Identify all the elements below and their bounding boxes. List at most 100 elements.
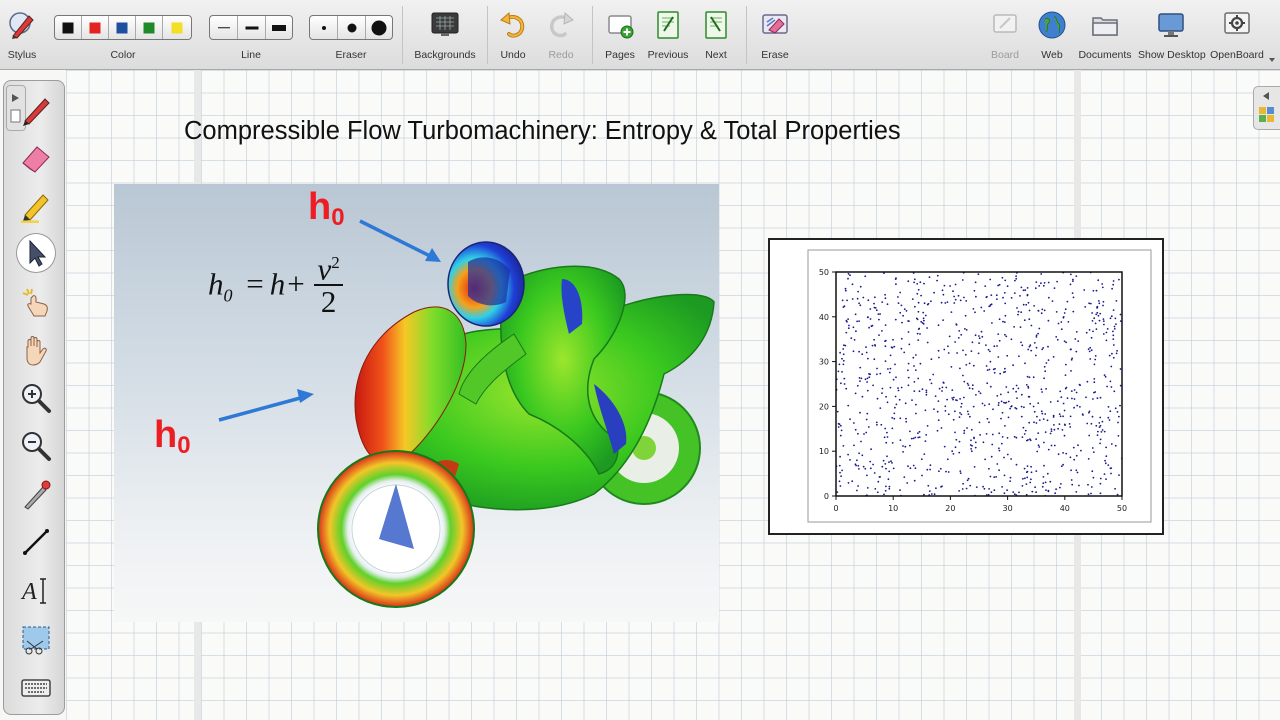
- scatter-point: [885, 467, 887, 470]
- redo-label: Redo: [548, 49, 574, 61]
- scatter-point: [870, 448, 872, 451]
- interact-tool[interactable]: [19, 285, 53, 319]
- scatter-point: [856, 297, 859, 300]
- scatter-point: [1101, 286, 1104, 289]
- scatter-point: [865, 431, 868, 434]
- laser-pointer-tool[interactable]: [19, 477, 53, 511]
- scatter-point: [1119, 368, 1122, 370]
- highlighter-tool[interactable]: [19, 189, 53, 223]
- scatter-point: [933, 493, 936, 496]
- scatter-point: [1057, 427, 1059, 430]
- scatter-point: [917, 339, 920, 341]
- library-panel-tab[interactable]: [1253, 86, 1280, 130]
- selector-tool[interactable]: [17, 234, 55, 272]
- scatter-point: [1006, 285, 1009, 288]
- scatter-point: [1037, 310, 1040, 312]
- scatter-point: [951, 389, 954, 391]
- openboard-menu-button[interactable]: OpenBoard: [1208, 0, 1266, 70]
- web-button[interactable]: Web: [1031, 0, 1073, 70]
- scatter-point: [1112, 283, 1115, 286]
- scatter-point: [1051, 300, 1054, 302]
- scatter-point: [1114, 407, 1117, 410]
- scatter-point: [1092, 398, 1094, 400]
- scatter-point: [864, 378, 867, 381]
- scatter-point: [895, 277, 897, 279]
- x-tick-label: 10: [888, 504, 898, 513]
- text-tool[interactable]: A: [19, 573, 53, 607]
- scatter-point: [1087, 483, 1089, 486]
- documents-button[interactable]: Documents: [1078, 0, 1132, 70]
- scatter-point: [978, 342, 980, 344]
- scatter-point: [1019, 326, 1022, 328]
- scatter-point: [915, 354, 917, 356]
- scatter-point: [858, 302, 860, 305]
- scatter-point: [854, 392, 857, 395]
- line-tool[interactable]: [19, 525, 53, 559]
- eraser-tool[interactable]: [19, 141, 53, 175]
- scatter-point: [991, 443, 994, 446]
- scatter-point: [900, 337, 903, 340]
- scatter-point: [1032, 376, 1035, 379]
- color-swatch-yellow[interactable]: [163, 16, 191, 39]
- stylus-button[interactable]: Stylus: [0, 0, 44, 70]
- backgrounds-button[interactable]: Backgrounds: [412, 0, 478, 70]
- scatter-point: [955, 324, 958, 326]
- scatter-point: [988, 421, 990, 424]
- scatter-point: [873, 302, 875, 305]
- pen-tool[interactable]: [19, 93, 53, 127]
- scatter-point: [1003, 474, 1006, 477]
- scatter-point: [998, 318, 1001, 321]
- scatter-point: [942, 381, 945, 384]
- undo-button[interactable]: Undo: [492, 0, 534, 70]
- color-swatch-black[interactable]: [55, 16, 82, 39]
- scatter-point: [1105, 455, 1108, 458]
- scatter-point: [1004, 333, 1006, 336]
- scatter-point: [1061, 429, 1064, 431]
- scatter-point: [1095, 313, 1098, 316]
- scatter-point: [970, 428, 973, 431]
- scatter-point: [937, 324, 940, 327]
- pages-button[interactable]: Pages: [600, 0, 640, 70]
- scatter-point: [957, 337, 960, 339]
- scatter-point: [839, 351, 841, 354]
- scatter-point: [1064, 424, 1066, 426]
- scatter-point: [858, 320, 860, 322]
- scatter-point: [858, 350, 860, 353]
- zoom-in-tool[interactable]: [19, 381, 53, 415]
- scatter-point: [894, 318, 897, 321]
- scatter-point: [940, 427, 943, 429]
- scatter-point: [990, 455, 993, 458]
- scatter-point: [1112, 338, 1115, 340]
- scatter-point: [921, 474, 923, 477]
- scatter-point: [965, 329, 968, 331]
- scatter-point: [888, 487, 891, 490]
- hand-tool[interactable]: [19, 333, 53, 367]
- scatter-point: [983, 310, 986, 312]
- scatter-point: [960, 402, 963, 405]
- capture-tool[interactable]: [19, 623, 53, 657]
- scatter-point: [886, 455, 888, 458]
- scatter-point: [973, 466, 976, 468]
- previous-page-button[interactable]: Previous: [644, 0, 692, 70]
- erase-button[interactable]: Erase: [754, 0, 796, 70]
- scatter-point: [879, 372, 882, 375]
- redo-button[interactable]: Redo: [540, 0, 582, 70]
- board-label: Board: [990, 49, 1020, 61]
- scatter-point: [961, 488, 964, 490]
- virtual-keyboard-tool[interactable]: [19, 671, 53, 705]
- next-page-button[interactable]: Next: [696, 0, 736, 70]
- zoom-out-tool[interactable]: [19, 429, 53, 463]
- show-desktop-button[interactable]: Show Desktop: [1138, 0, 1206, 70]
- scatter-point: [937, 419, 940, 422]
- scatter-point: [1118, 278, 1120, 281]
- scatter-point: [878, 476, 881, 478]
- scatter-point: [852, 326, 855, 329]
- scatter-point: [979, 434, 981, 436]
- scatter-point: [988, 368, 991, 371]
- chevron-down-icon[interactable]: [1267, 56, 1277, 64]
- scatter-point: [1015, 384, 1018, 387]
- board-button[interactable]: Board: [984, 0, 1026, 70]
- scatter-point: [1053, 428, 1056, 431]
- scatter-point: [1117, 421, 1119, 424]
- scatter-point: [892, 467, 895, 470]
